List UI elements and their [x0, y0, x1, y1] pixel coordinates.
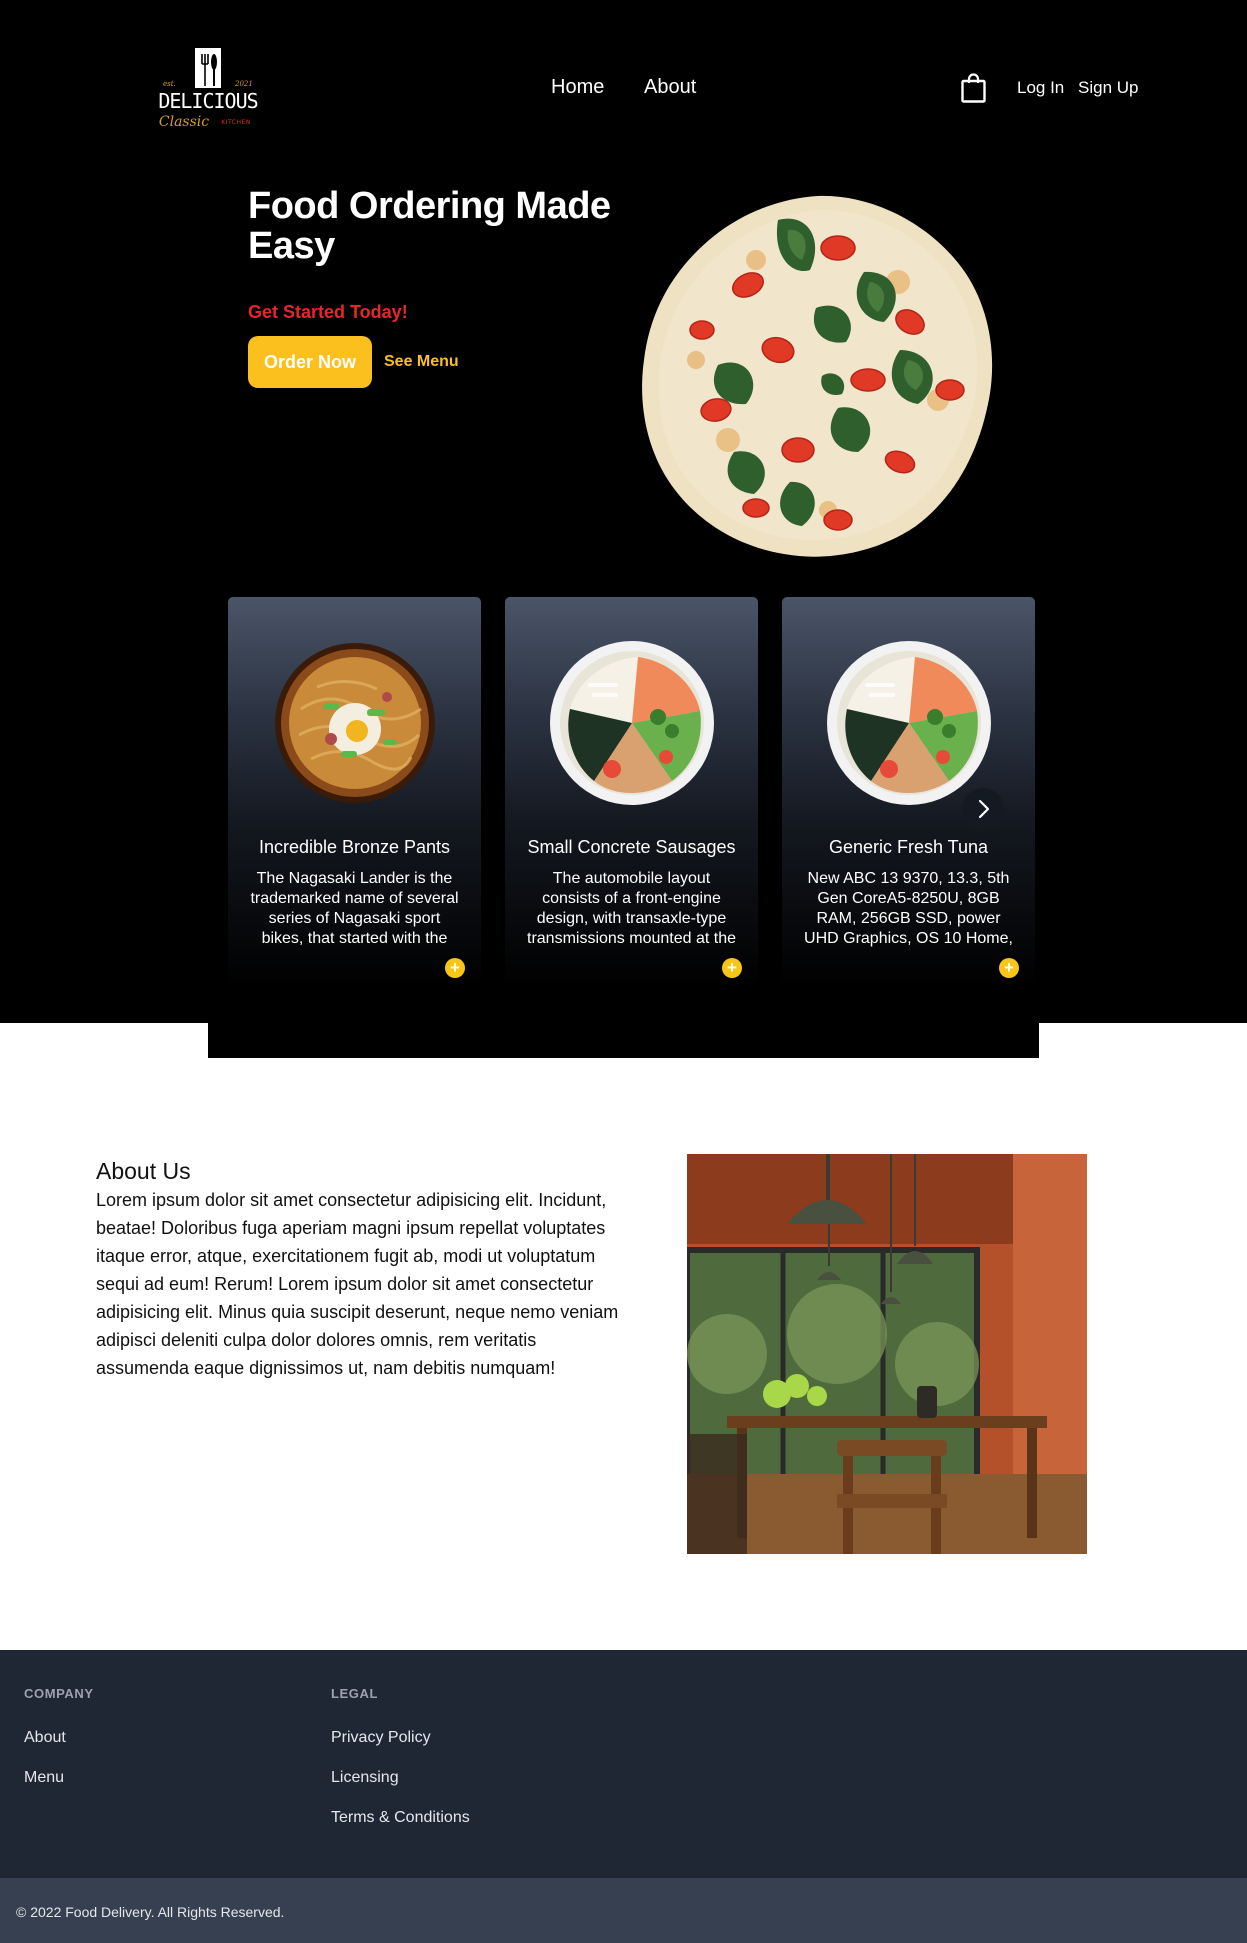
hero-extension [208, 1023, 1039, 1058]
menu-card[interactable]: Incredible Bronze Pants The Nagasaki Lan… [228, 597, 481, 987]
svg-text:est.: est. [163, 80, 176, 88]
plus-icon[interactable]: + [722, 958, 742, 978]
footer-link-terms[interactable]: Terms & Conditions [331, 1809, 470, 1827]
card-description: The automobile layout consists of a fron… [527, 870, 736, 947]
restaurant-image [687, 1154, 1087, 1554]
footer-heading-legal: LEGAL [331, 1686, 379, 1701]
footer [0, 1650, 1247, 1878]
card-title: Incredible Bronze Pants [258, 837, 451, 857]
signup-link[interactable]: Sign Up [1078, 78, 1138, 98]
hero-title: Food Ordering Made Easy [248, 185, 611, 267]
footer-link-licensing[interactable]: Licensing [331, 1769, 399, 1787]
card-title: Generic Fresh Tuna [828, 837, 989, 857]
card-description: The Nagasaki Lander is the trademarked n… [250, 870, 459, 947]
noodle-bowl-image [271, 639, 439, 807]
poke-bowl-image [825, 639, 993, 807]
shopping-bag-icon[interactable] [961, 73, 986, 103]
svg-text:2021: 2021 [234, 80, 253, 88]
plus-icon[interactable]: + [445, 958, 465, 978]
login-link[interactable]: Log In [1017, 78, 1064, 98]
about-text: Lorem ipsum dolor sit amet consectetur a… [96, 1190, 619, 1378]
copyright-text: © 2022 Food Delivery. All Rights Reserve… [16, 1904, 285, 1920]
footer-heading-company: COMPANY [24, 1686, 94, 1701]
see-menu-link[interactable]: See Menu [384, 353, 459, 371]
svg-text:DELICIOUS: DELICIOUS [158, 89, 257, 113]
order-now-button[interactable]: Order Now [248, 336, 372, 388]
card-title: Small Concrete Sausages [527, 837, 736, 857]
about-title: About Us [96, 1158, 191, 1184]
footer-link-menu[interactable]: Menu [24, 1769, 64, 1787]
brand-logo[interactable]: est. 2021 DELICIOUS Classic KITCHEN [158, 46, 258, 130]
footer-link-privacy[interactable]: Privacy Policy [331, 1729, 431, 1747]
plus-icon[interactable]: + [999, 958, 1019, 978]
poke-bowl-image [548, 639, 716, 807]
menu-card[interactable]: Small Concrete Sausages The automobile l… [505, 597, 758, 987]
nav-item-home[interactable]: Home [551, 76, 604, 99]
card-description: New ABC 13 9370, 13.3, 5th Gen CoreA5-82… [804, 870, 1013, 947]
footer-link-about[interactable]: About [24, 1729, 66, 1747]
nav-item-about[interactable]: About [644, 76, 696, 99]
hero-subtitle: Get Started Today! [248, 302, 408, 322]
svg-text:KITCHEN: KITCHEN [221, 119, 251, 126]
chevron-right-icon[interactable] [962, 788, 1004, 830]
pizza-image [638, 190, 998, 562]
svg-text:Classic: Classic [159, 114, 209, 130]
